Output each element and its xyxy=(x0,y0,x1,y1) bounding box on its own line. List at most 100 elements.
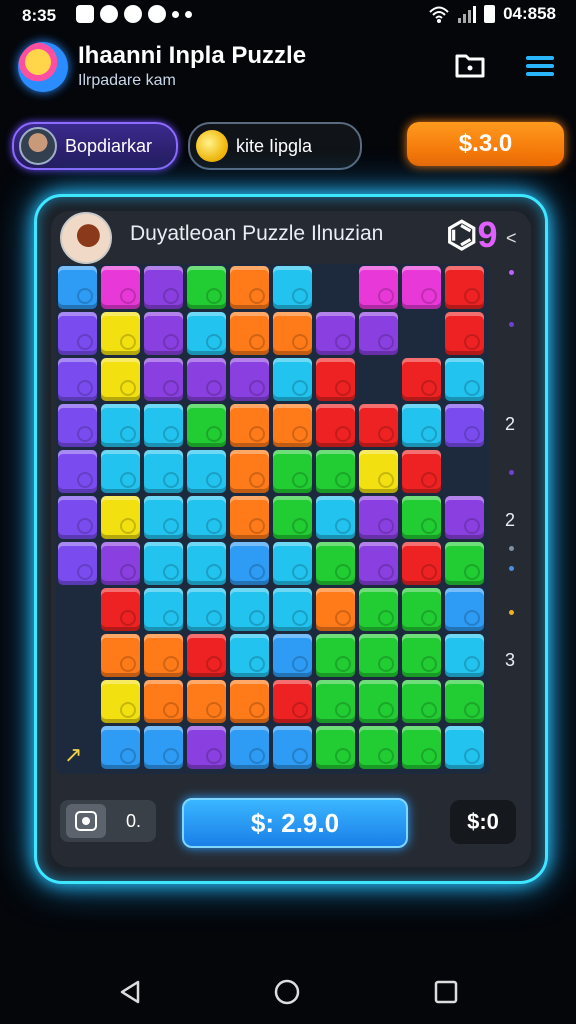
puzzle-tile[interactable] xyxy=(359,404,398,447)
puzzle-tile[interactable] xyxy=(359,312,398,355)
puzzle-tile[interactable] xyxy=(144,404,183,447)
puzzle-tile[interactable] xyxy=(445,358,484,401)
puzzle-tile[interactable] xyxy=(144,496,183,539)
puzzle-tile[interactable] xyxy=(445,496,484,539)
puzzle-tile[interactable] xyxy=(144,312,183,355)
puzzle-tile[interactable] xyxy=(316,680,355,723)
puzzle-tile[interactable] xyxy=(187,496,226,539)
puzzle-tile[interactable] xyxy=(402,266,441,309)
puzzle-tile[interactable] xyxy=(187,680,226,723)
puzzle-tile[interactable] xyxy=(187,358,226,401)
puzzle-tile[interactable] xyxy=(230,312,269,355)
puzzle-tile[interactable] xyxy=(187,634,226,677)
puzzle-tile[interactable] xyxy=(273,312,312,355)
balance-button[interactable]: $:0 xyxy=(450,800,516,844)
puzzle-tile[interactable] xyxy=(101,312,140,355)
cash-button[interactable]: $.3.0 xyxy=(407,122,564,166)
puzzle-tile[interactable] xyxy=(144,358,183,401)
puzzle-grid[interactable] xyxy=(56,264,490,774)
puzzle-tile[interactable] xyxy=(445,634,484,677)
puzzle-tile[interactable] xyxy=(316,312,355,355)
puzzle-tile[interactable] xyxy=(445,542,484,585)
player-profile-button[interactable]: Bopdiarkar xyxy=(12,122,178,170)
puzzle-tile[interactable] xyxy=(316,496,355,539)
puzzle-tile[interactable] xyxy=(402,680,441,723)
puzzle-tile[interactable] xyxy=(58,450,97,493)
puzzle-tile[interactable] xyxy=(187,450,226,493)
coins-button[interactable]: kite Iipgla xyxy=(188,122,362,170)
puzzle-tile[interactable] xyxy=(402,450,441,493)
puzzle-tile[interactable] xyxy=(445,312,484,355)
puzzle-tile[interactable] xyxy=(230,266,269,309)
puzzle-tile[interactable] xyxy=(359,588,398,631)
puzzle-tile[interactable] xyxy=(273,404,312,447)
puzzle-tile[interactable] xyxy=(402,634,441,677)
puzzle-tile[interactable] xyxy=(402,404,441,447)
puzzle-tile[interactable] xyxy=(316,588,355,631)
close-icon[interactable]: < xyxy=(506,228,517,249)
puzzle-tile[interactable] xyxy=(273,634,312,677)
puzzle-tile[interactable] xyxy=(445,588,484,631)
puzzle-tile[interactable] xyxy=(230,404,269,447)
puzzle-tile[interactable] xyxy=(359,680,398,723)
puzzle-tile[interactable] xyxy=(316,450,355,493)
puzzle-tile[interactable] xyxy=(273,358,312,401)
puzzle-tile[interactable] xyxy=(230,588,269,631)
puzzle-tile[interactable] xyxy=(273,680,312,723)
puzzle-tile[interactable] xyxy=(101,266,140,309)
puzzle-tile[interactable] xyxy=(230,450,269,493)
puzzle-tile[interactable] xyxy=(359,266,398,309)
puzzle-tile[interactable] xyxy=(101,542,140,585)
puzzle-tile[interactable] xyxy=(402,542,441,585)
puzzle-tile[interactable] xyxy=(230,680,269,723)
puzzle-tile[interactable] xyxy=(230,358,269,401)
puzzle-tile[interactable] xyxy=(273,726,312,769)
puzzle-tile[interactable] xyxy=(144,680,183,723)
recents-icon[interactable] xyxy=(432,978,460,1006)
hint-icon[interactable]: ↗ xyxy=(64,742,82,768)
home-icon[interactable] xyxy=(273,978,301,1006)
puzzle-tile[interactable] xyxy=(58,496,97,539)
puzzle-tile[interactable] xyxy=(101,588,140,631)
puzzle-tile[interactable] xyxy=(230,542,269,585)
puzzle-tile[interactable] xyxy=(445,404,484,447)
puzzle-tile[interactable] xyxy=(445,726,484,769)
puzzle-tile[interactable] xyxy=(187,588,226,631)
puzzle-tile[interactable] xyxy=(273,450,312,493)
puzzle-tile[interactable] xyxy=(273,266,312,309)
moves-counter-button[interactable]: 0. xyxy=(60,800,156,842)
puzzle-tile[interactable] xyxy=(101,450,140,493)
menu-icon[interactable] xyxy=(522,48,558,84)
puzzle-tile[interactable] xyxy=(101,634,140,677)
puzzle-tile[interactable] xyxy=(402,726,441,769)
puzzle-tile[interactable] xyxy=(58,312,97,355)
puzzle-tile[interactable] xyxy=(101,358,140,401)
puzzle-tile[interactable] xyxy=(445,680,484,723)
puzzle-tile[interactable] xyxy=(58,542,97,585)
puzzle-tile[interactable] xyxy=(230,496,269,539)
puzzle-tile[interactable] xyxy=(316,542,355,585)
puzzle-tile[interactable] xyxy=(359,542,398,585)
puzzle-tile[interactable] xyxy=(273,588,312,631)
puzzle-tile[interactable] xyxy=(187,266,226,309)
puzzle-tile[interactable] xyxy=(187,542,226,585)
puzzle-tile[interactable] xyxy=(144,266,183,309)
puzzle-tile[interactable] xyxy=(402,588,441,631)
puzzle-tile[interactable] xyxy=(359,496,398,539)
puzzle-tile[interactable] xyxy=(359,726,398,769)
puzzle-tile[interactable] xyxy=(359,634,398,677)
puzzle-tile[interactable] xyxy=(187,404,226,447)
puzzle-tile[interactable] xyxy=(230,726,269,769)
puzzle-tile[interactable] xyxy=(144,542,183,585)
folder-icon[interactable] xyxy=(452,48,488,84)
puzzle-tile[interactable] xyxy=(101,496,140,539)
puzzle-tile[interactable] xyxy=(273,542,312,585)
puzzle-tile[interactable] xyxy=(316,634,355,677)
puzzle-tile[interactable] xyxy=(230,634,269,677)
puzzle-tile[interactable] xyxy=(101,404,140,447)
puzzle-tile[interactable] xyxy=(144,450,183,493)
puzzle-tile[interactable] xyxy=(316,358,355,401)
puzzle-tile[interactable] xyxy=(58,404,97,447)
puzzle-tile[interactable] xyxy=(144,588,183,631)
back-icon[interactable] xyxy=(116,978,144,1006)
